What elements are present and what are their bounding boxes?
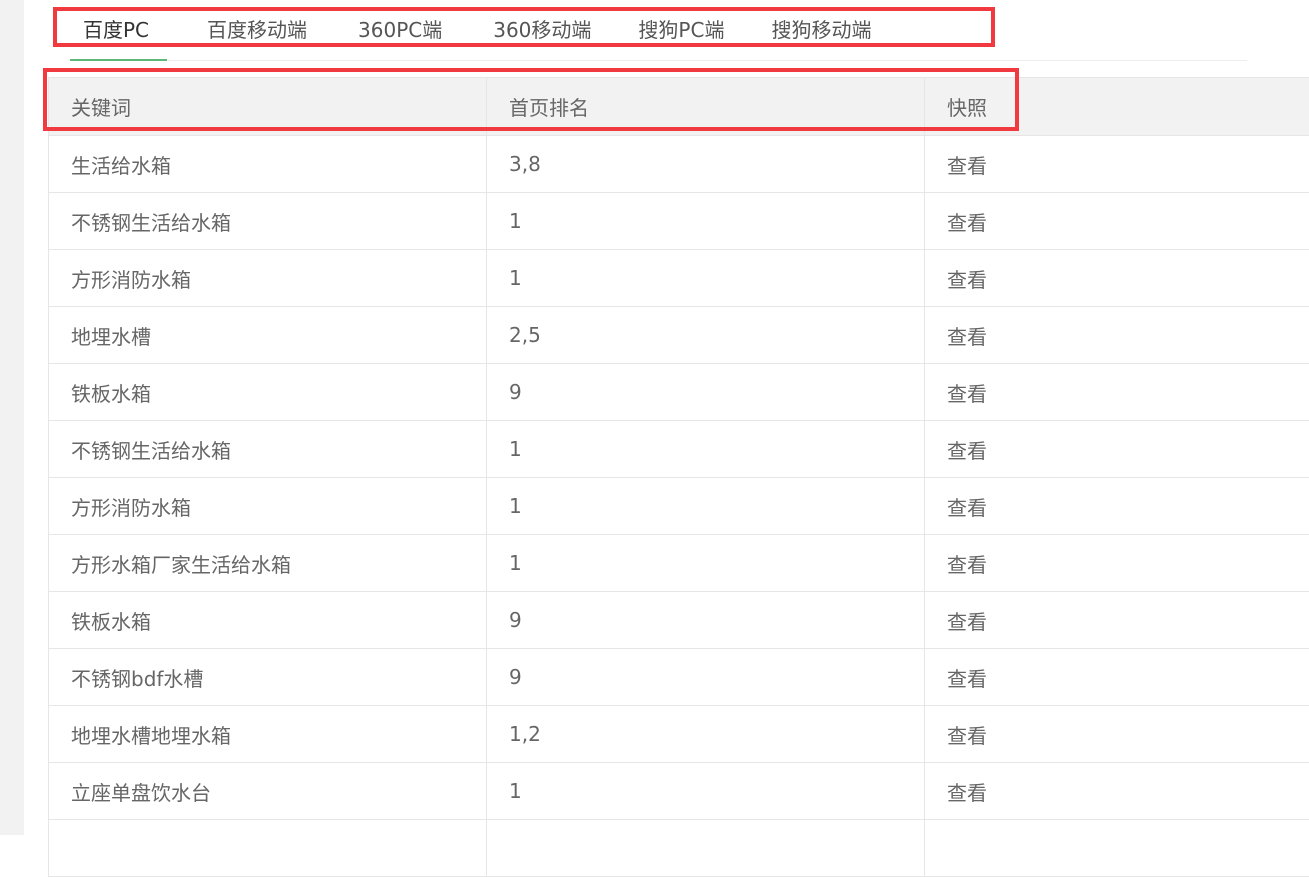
table-row: 生活给水箱 3,8 查看 <box>49 136 1309 193</box>
keyword-cell: 不锈钢生活给水箱 <box>49 421 487 477</box>
snapshot-link[interactable]: 查看 <box>925 250 1309 306</box>
keyword-cell: 不锈钢bdf水槽 <box>49 649 487 705</box>
table-row: 地埋水槽地埋水箱 1,2 查看 <box>49 706 1309 763</box>
table-row: 地埋水槽 2,5 查看 <box>49 307 1309 364</box>
table-row: 铁板水箱 9 查看 <box>49 592 1309 649</box>
rank-cell: 1 <box>487 478 925 534</box>
rank-cell <box>487 820 925 876</box>
left-gutter <box>0 0 24 835</box>
table-row: 方形消防水箱 1 查看 <box>49 478 1309 535</box>
snapshot-link[interactable]: 查看 <box>925 535 1309 591</box>
snapshot-link[interactable]: 查看 <box>925 763 1309 819</box>
snapshot-link[interactable]: 查看 <box>925 421 1309 477</box>
snapshot-link[interactable]: 查看 <box>925 193 1309 249</box>
header-highlight-box <box>43 68 1019 131</box>
keyword-cell: 不锈钢生活给水箱 <box>49 193 487 249</box>
rank-cell: 3,8 <box>487 136 925 192</box>
snapshot-link <box>925 820 1309 876</box>
rank-cell: 1 <box>487 193 925 249</box>
rank-cell: 2,5 <box>487 307 925 363</box>
tabs-divider <box>167 60 1247 61</box>
keyword-cell: 方形水箱厂家生活给水箱 <box>49 535 487 591</box>
snapshot-link[interactable]: 查看 <box>925 307 1309 363</box>
ranking-table: 关键词 首页排名 快照 生活给水箱 3,8 查看 不锈钢生活给水箱 1 查看 方形消防水箱 1… <box>48 77 1309 877</box>
keyword-cell: 方形消防水箱 <box>49 250 487 306</box>
rank-cell: 9 <box>487 592 925 648</box>
keyword-cell: 地埋水槽 <box>49 307 487 363</box>
rank-cell: 1 <box>487 763 925 819</box>
snapshot-link[interactable]: 查看 <box>925 592 1309 648</box>
rank-cell: 1 <box>487 250 925 306</box>
table-row <box>49 820 1309 877</box>
keyword-cell: 立座单盘饮水台 <box>49 763 487 819</box>
snapshot-link[interactable]: 查看 <box>925 478 1309 534</box>
rank-cell: 9 <box>487 364 925 420</box>
table-row: 不锈钢bdf水槽 9 查看 <box>49 649 1309 706</box>
keyword-cell: 方形消防水箱 <box>49 478 487 534</box>
snapshot-link[interactable]: 查看 <box>925 136 1309 192</box>
tabs-highlight-box <box>53 7 995 47</box>
rank-cell: 1 <box>487 535 925 591</box>
rank-cell: 1,2 <box>487 706 925 762</box>
rank-cell: 9 <box>487 649 925 705</box>
keyword-cell: 生活给水箱 <box>49 136 487 192</box>
table-row: 方形水箱厂家生活给水箱 1 查看 <box>49 535 1309 592</box>
table-row: 方形消防水箱 1 查看 <box>49 250 1309 307</box>
snapshot-link[interactable]: 查看 <box>925 649 1309 705</box>
table-body: 生活给水箱 3,8 查看 不锈钢生活给水箱 1 查看 方形消防水箱 1 查看 地埋水槽 2,5 查看铁… <box>49 136 1309 877</box>
snapshot-link[interactable]: 查看 <box>925 706 1309 762</box>
keyword-cell: 地埋水槽地埋水箱 <box>49 706 487 762</box>
rank-cell: 1 <box>487 421 925 477</box>
keyword-cell: 铁板水箱 <box>49 592 487 648</box>
table-row: 立座单盘饮水台 1 查看 <box>49 763 1309 820</box>
keyword-cell: 铁板水箱 <box>49 364 487 420</box>
active-tab-indicator <box>70 59 167 61</box>
keyword-cell <box>49 820 487 876</box>
snapshot-link[interactable]: 查看 <box>925 364 1309 420</box>
table-row: 不锈钢生活给水箱 1 查看 <box>49 193 1309 250</box>
table-row: 不锈钢生活给水箱 1 查看 <box>49 421 1309 478</box>
table-row: 铁板水箱 9 查看 <box>49 364 1309 421</box>
